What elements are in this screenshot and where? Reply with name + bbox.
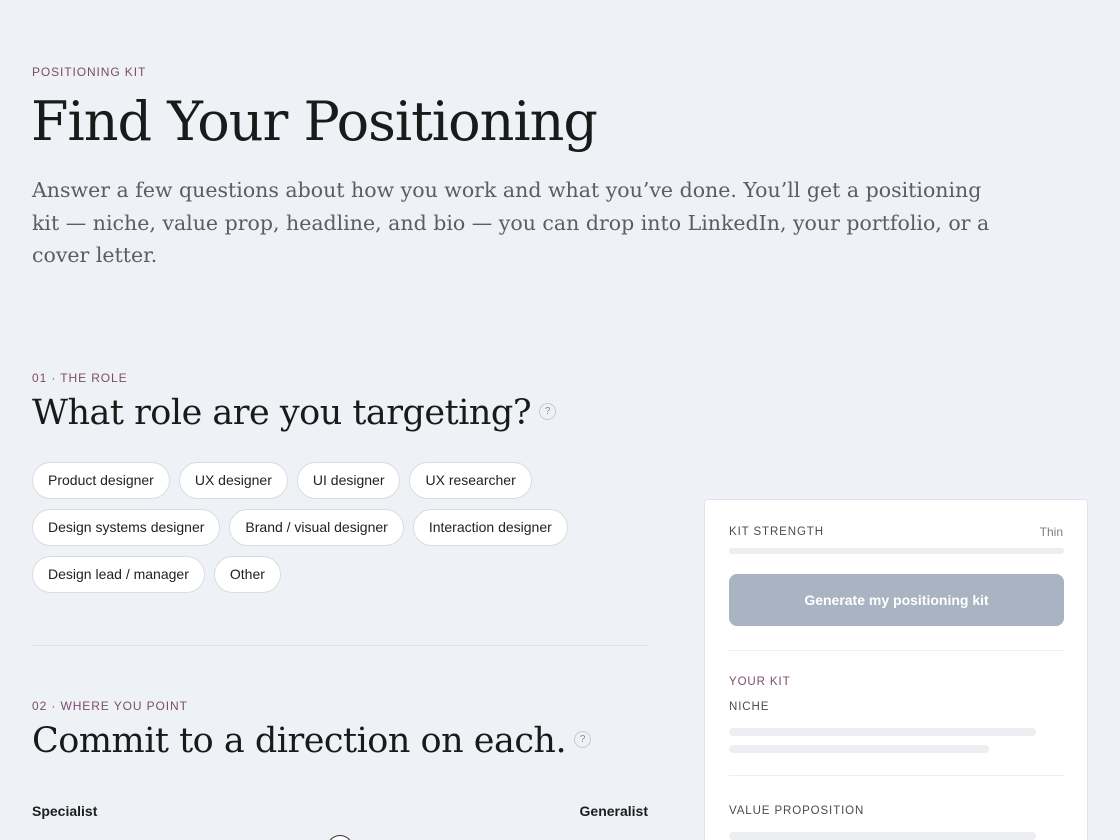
slider-left-label: Specialist — [32, 803, 98, 819]
role-chip-design-lead-manager[interactable]: Design lead / manager — [32, 556, 205, 593]
role-chip-row-3: Design lead / manager Other — [32, 556, 281, 593]
role-chip-ux-researcher[interactable]: UX researcher — [409, 462, 532, 499]
slider-right-label: Generalist — [579, 803, 648, 819]
your-kit-label: YOUR KIT — [729, 676, 791, 688]
section-divider — [32, 645, 648, 646]
role-chip-row-2: Design systems designer Brand / visual d… — [32, 509, 568, 546]
role-chip-row-1: Product designer UX designer UI designer… — [32, 462, 532, 499]
role-chip-design-systems-designer[interactable]: Design systems designer — [32, 509, 221, 546]
niche-skeleton-line — [729, 728, 1036, 736]
generate-kit-button[interactable]: Generate my positioning kit — [729, 574, 1064, 626]
kit-strength-bar — [729, 548, 1064, 554]
value-proposition-skeleton-line — [729, 832, 1036, 840]
section-role-question-text: What role are you targeting? — [32, 393, 532, 433]
niche-label: NICHE — [729, 701, 770, 713]
role-chip-brand-visual-designer[interactable]: Brand / visual designer — [229, 509, 404, 546]
panel-divider — [729, 650, 1064, 651]
page-subtitle: Answer a few questions about how you wor… — [32, 178, 990, 267]
section-direction-question-text: Commit to a direction on each. — [32, 721, 567, 761]
role-chip-other[interactable]: Other — [213, 556, 281, 593]
kit-strength-label: KIT STRENGTH — [729, 526, 824, 538]
panel-divider — [729, 775, 1064, 776]
role-chip-ui-designer[interactable]: UI designer — [296, 462, 401, 499]
section-role-eyebrow: 01 · THE ROLE — [32, 371, 128, 385]
help-icon[interactable]: ? — [574, 731, 592, 748]
role-chip-ux-designer[interactable]: UX designer — [178, 462, 288, 499]
section-direction-question: Commit to a direction on each.? — [32, 721, 592, 761]
specialist-generalist-slider-thumb[interactable] — [327, 835, 353, 840]
value-proposition-label: VALUE PROPOSITION — [729, 805, 865, 817]
kit-panel: KIT STRENGTH Thin Generate my positionin… — [704, 499, 1088, 840]
page-title: Find Your Positioning — [31, 90, 598, 153]
niche-skeleton-line — [729, 745, 989, 753]
role-chip-product-designer[interactable]: Product designer — [32, 462, 170, 499]
help-icon[interactable]: ? — [539, 403, 557, 420]
kit-strength-value: Thin — [1039, 525, 1063, 539]
section-role-question: What role are you targeting?? — [32, 393, 557, 433]
page-eyebrow: POSITIONING KIT — [32, 65, 147, 79]
section-direction-eyebrow: 02 · WHERE YOU POINT — [32, 699, 188, 713]
role-chip-interaction-designer[interactable]: Interaction designer — [412, 509, 568, 546]
